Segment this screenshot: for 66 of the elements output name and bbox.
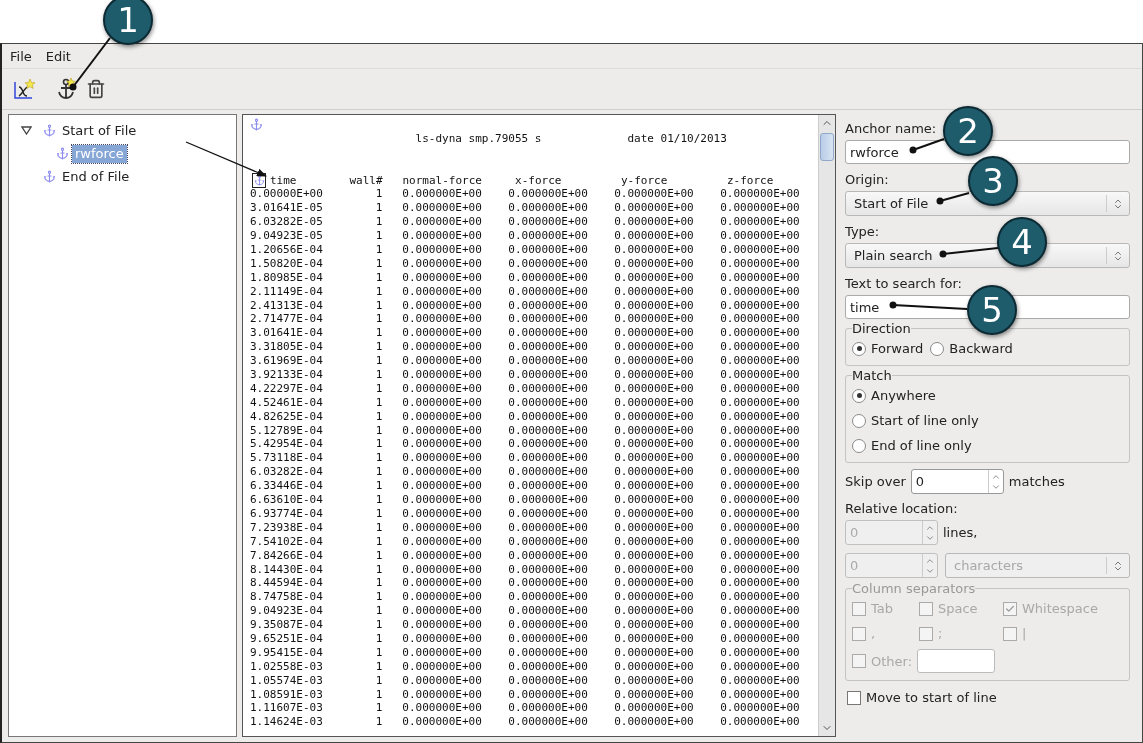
radio-label: Forward bbox=[871, 341, 924, 356]
text-line: 0.00000E+00 1 0.000000E+00 0.000000E+00 0.000000E+00 0.000000E+00 bbox=[250, 187, 800, 201]
field-label: matches bbox=[1008, 474, 1065, 489]
radio-label: Backward bbox=[949, 341, 1013, 356]
field-label: Type: bbox=[845, 223, 880, 240]
text-line: 8.14430E-04 1 0.000000E+00 0.000000E+00 0.000000E+00 0.000000E+00 bbox=[250, 562, 800, 576]
text-line: 8.44594E-04 1 0.000000E+00 0.000000E+00 0.000000E+00 0.000000E+00 bbox=[250, 576, 800, 590]
text-line: 7.84266E-04 1 0.000000E+00 0.000000E+00 0.000000E+00 0.000000E+00 bbox=[250, 548, 800, 562]
text-line: ls-dyna smp.79055 s date 01/10/2013 bbox=[414, 131, 727, 145]
text-line: 6.03282E-04 1 0.000000E+00 0.000000E+00 0.000000E+00 0.000000E+00 bbox=[250, 465, 800, 479]
checkbox-label: | bbox=[1022, 626, 1027, 641]
text-line: 7.54102E-04 1 0.000000E+00 0.000000E+00 0.000000E+00 0.000000E+00 bbox=[250, 534, 800, 548]
text-line: 4.82625E-04 1 0.000000E+00 0.000000E+00 0.000000E+00 0.000000E+00 bbox=[250, 409, 800, 423]
group-title: Direction bbox=[852, 321, 911, 336]
text-line: 1.02558E-03 1 0.000000E+00 0.000000E+00 0.000000E+00 0.000000E+00 bbox=[250, 659, 800, 673]
text-line: 2.71477E-04 1 0.000000E+00 0.000000E+00 0.000000E+00 0.000000E+00 bbox=[250, 312, 800, 326]
checkbox-label: Space bbox=[938, 601, 978, 616]
text-line: 1.50820E-04 1 0.000000E+00 0.000000E+00 0.000000E+00 0.000000E+00 bbox=[250, 256, 800, 270]
text-line: 5.73118E-04 1 0.000000E+00 0.000000E+00 0.000000E+00 0.000000E+00 bbox=[250, 451, 800, 465]
text-line: 9.04923E-05 1 0.000000E+00 0.000000E+00 0.000000E+00 0.000000E+00 bbox=[250, 229, 800, 243]
field-label: Skip over bbox=[845, 474, 906, 489]
group-title: Column separators bbox=[852, 581, 976, 596]
checkbox-label: ; bbox=[938, 626, 943, 641]
text-line: 9.35087E-04 1 0.000000E+00 0.000000E+00 0.000000E+00 0.000000E+00 bbox=[250, 618, 800, 632]
field-label: Relative location: bbox=[845, 500, 958, 517]
text-line: 2.11149E-04 1 0.000000E+00 0.000000E+00 0.000000E+00 0.000000E+00 bbox=[250, 284, 800, 298]
text-line: 2.41313E-04 1 0.000000E+00 0.000000E+00 0.000000E+00 0.000000E+00 bbox=[250, 298, 800, 312]
text-line: 1.80985E-04 1 0.000000E+00 0.000000E+00 0.000000E+00 0.000000E+00 bbox=[250, 270, 800, 284]
field-label: Text to search for: bbox=[845, 275, 962, 292]
text-line: 6.63610E-04 1 0.000000E+00 0.000000E+00 0.000000E+00 0.000000E+00 bbox=[250, 493, 800, 507]
radio-label: Start of line only bbox=[871, 413, 979, 428]
callout-tooltip: 1 bbox=[103, 0, 153, 45]
text-line: 6.33446E-04 1 0.000000E+00 0.000000E+00 0.000000E+00 0.000000E+00 bbox=[250, 479, 800, 493]
text-line: 9.04923E-04 1 0.000000E+00 0.000000E+00 0.000000E+00 0.000000E+00 bbox=[250, 604, 800, 618]
text-line: 9.95415E-04 1 0.000000E+00 0.000000E+00 0.000000E+00 0.000000E+00 bbox=[250, 645, 800, 659]
checkbox-label: Other: bbox=[871, 653, 913, 669]
radio-label: Anywhere bbox=[871, 388, 936, 403]
text-line: 1.05574E-03 1 0.000000E+00 0.000000E+00 0.000000E+00 0.000000E+00 bbox=[250, 673, 800, 687]
text-line: 5.42954E-04 1 0.000000E+00 0.000000E+00 0.000000E+00 0.000000E+00 bbox=[250, 437, 800, 451]
text-line: 8.74758E-04 1 0.000000E+00 0.000000E+00 0.000000E+00 0.000000E+00 bbox=[250, 590, 800, 604]
text-line: 3.31805E-04 1 0.000000E+00 0.000000E+00 0.000000E+00 0.000000E+00 bbox=[250, 340, 800, 354]
text-line: time wall# normal-force x-force y-force z-force bbox=[270, 173, 774, 187]
text-line: 3.61969E-04 1 0.000000E+00 0.000000E+00 0.000000E+00 0.000000E+00 bbox=[250, 354, 800, 368]
text-line: 6.03282E-05 1 0.000000E+00 0.000000E+00 0.000000E+00 0.000000E+00 bbox=[250, 215, 800, 229]
text-line: 1.14624E-03 1 0.000000E+00 0.000000E+00 0.000000E+00 0.000000E+00 bbox=[250, 715, 800, 729]
text-line: 3.92133E-04 1 0.000000E+00 0.000000E+00 0.000000E+00 0.000000E+00 bbox=[250, 368, 800, 382]
text-line: 9.65251E-04 1 0.000000E+00 0.000000E+00 0.000000E+00 0.000000E+00 bbox=[250, 631, 800, 645]
text-line: 5.12789E-04 1 0.000000E+00 0.000000E+00 0.000000E+00 0.000000E+00 bbox=[250, 423, 800, 437]
text-line: 1.20656E-04 1 0.000000E+00 0.000000E+00 0.000000E+00 0.000000E+00 bbox=[250, 243, 800, 256]
field-label: lines, bbox=[943, 525, 978, 540]
field-label: Anchor name: bbox=[845, 120, 937, 137]
checkbox-label: , bbox=[871, 626, 876, 641]
checkbox-label: Move to start of line bbox=[866, 690, 997, 705]
text-line: 4.22297E-04 1 0.000000E+00 0.000000E+00 0.000000E+00 0.000000E+00 bbox=[250, 381, 800, 395]
text-line: 4.52461E-04 1 0.000000E+00 0.000000E+00 0.000000E+00 0.000000E+00 bbox=[250, 395, 800, 409]
checkbox-label: Tab bbox=[871, 601, 893, 616]
text-line: 1.08591E-03 1 0.000000E+00 0.000000E+00 0.000000E+00 0.000000E+00 bbox=[250, 687, 800, 701]
text-line: 6.93774E-04 1 0.000000E+00 0.000000E+00 0.000000E+00 0.000000E+00 bbox=[250, 506, 800, 520]
text-line: 3.01641E-05 1 0.000000E+00 0.000000E+00 0.000000E+00 0.000000E+00 bbox=[250, 201, 800, 215]
text-line: 3.01641E-04 1 0.000000E+00 0.000000E+00 0.000000E+00 0.000000E+00 bbox=[250, 326, 800, 340]
radio-label: End of line only bbox=[871, 438, 972, 453]
text-line: 7.23938E-04 1 0.000000E+00 0.000000E+00 0.000000E+00 0.000000E+00 bbox=[250, 520, 800, 534]
checkbox-label: Whitespace bbox=[1022, 601, 1098, 616]
text-line: 1.11607E-03 1 0.000000E+00 0.000000E+00 0.000000E+00 0.000000E+00 bbox=[250, 701, 800, 715]
field-label: Origin: bbox=[845, 171, 889, 188]
group-title: Match bbox=[852, 368, 892, 383]
